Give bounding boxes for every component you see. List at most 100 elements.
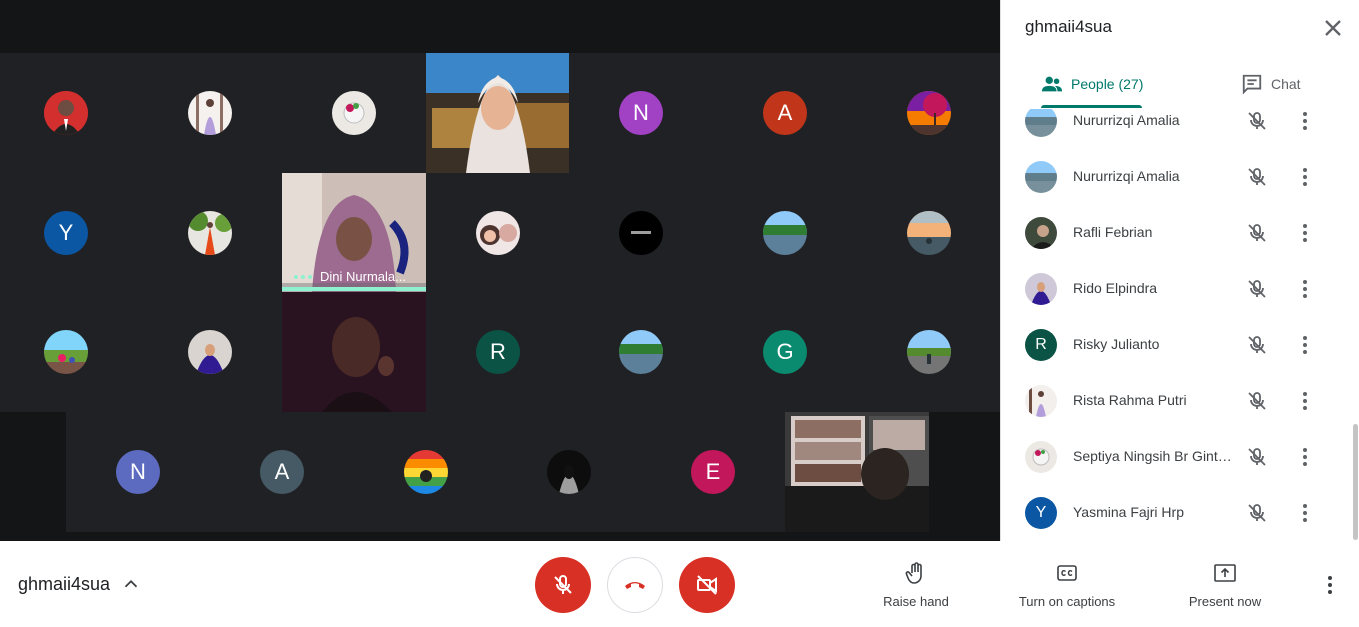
participant-tile[interactable] (282, 53, 426, 173)
participant-avatar (188, 211, 232, 255)
tab-chat[interactable]: Chat (1241, 60, 1301, 108)
participant-name: Yasmina Fajri Hrp (1073, 504, 1184, 520)
active-speaker-bar (282, 287, 426, 291)
leave-call-button[interactable] (607, 557, 663, 613)
participant-row[interactable]: Rafli Febrian (1001, 205, 1359, 261)
participant-tile[interactable] (857, 173, 1000, 293)
participant-avatar (907, 211, 951, 255)
people-icon (1041, 76, 1063, 92)
participant-video-active-speaker[interactable]: Dini Nurmala... (282, 173, 426, 292)
participant-avatar (44, 330, 88, 374)
participant-row[interactable]: Nururrizqi Amalia (1001, 149, 1359, 205)
videocam-off-icon (697, 575, 717, 595)
microphone-toggle-button[interactable] (535, 557, 591, 613)
participant-tile[interactable] (857, 292, 1000, 412)
closed-captions-icon (1057, 565, 1077, 581)
participant-avatar: Y (44, 211, 88, 255)
mic-off-icon (1248, 336, 1266, 354)
participant-row[interactable]: Rido Elpindra (1001, 261, 1359, 317)
top-bar (0, 0, 1000, 53)
participant-avatar (1025, 441, 1057, 473)
captions-button[interactable]: Turn on captions (1008, 561, 1126, 609)
participant-tile[interactable] (713, 173, 857, 293)
participant-avatar: N (116, 450, 160, 494)
more-vert-icon[interactable] (1293, 445, 1317, 469)
participant-avatar (1025, 161, 1057, 193)
participant-tile[interactable] (569, 173, 713, 293)
participant-tile[interactable]: N (569, 53, 713, 173)
participant-avatar: R (476, 330, 520, 374)
tab-people[interactable]: People (27) (1041, 60, 1143, 108)
participant-row[interactable]: Nururrizqi Amalia (1001, 109, 1359, 149)
more-options-icon[interactable] (1318, 573, 1342, 597)
participant-row[interactable]: R Risky Julianto (1001, 317, 1359, 373)
raise-hand-label: Raise hand (883, 594, 949, 609)
chevron-up-icon[interactable] (120, 573, 142, 595)
more-vert-icon[interactable] (1293, 221, 1317, 245)
participant-tile[interactable] (138, 173, 282, 293)
participant-row[interactable]: Rista Rahma Putri (1001, 373, 1359, 429)
tab-chat-label: Chat (1271, 76, 1301, 92)
participant-avatar (619, 330, 663, 374)
participant-tile[interactable] (426, 173, 570, 293)
more-vert-icon[interactable] (1293, 277, 1317, 301)
participant-tile[interactable] (0, 292, 138, 412)
camera-toggle-button[interactable] (679, 557, 735, 613)
participant-tile[interactable] (138, 292, 282, 412)
participant-avatar: Y (1025, 497, 1057, 529)
video-name-label: Dini Nurmala... (294, 269, 406, 284)
participant-avatar (332, 91, 376, 135)
present-now-button[interactable]: Present now (1180, 561, 1270, 609)
participant-name: Nururrizqi Amalia (1073, 168, 1180, 184)
participant-avatar: A (260, 450, 304, 494)
more-vert-icon[interactable] (1293, 333, 1317, 357)
meeting-code: ghmaii4sua (18, 574, 111, 594)
participant-name: Risky Julianto (1073, 336, 1160, 352)
participant-tile[interactable]: E (641, 412, 785, 532)
more-vert-icon[interactable] (1293, 389, 1317, 413)
chat-icon (1242, 74, 1262, 95)
participant-tile[interactable]: A (713, 53, 857, 173)
mic-off-icon (1248, 168, 1266, 186)
participant-avatar (188, 91, 232, 135)
speaking-indicator-icon (294, 274, 312, 279)
hand-icon (905, 562, 922, 584)
scrollbar[interactable] (1353, 424, 1358, 540)
participant-tile[interactable]: N (66, 412, 210, 532)
participant-tile[interactable] (497, 412, 641, 532)
more-vert-icon[interactable] (1293, 501, 1317, 525)
participant-row[interactable]: Y Yasmina Fajri Hrp (1001, 485, 1359, 541)
close-icon[interactable] (1319, 14, 1347, 42)
participant-name: Septiya Ningsih Br Ginting (1073, 448, 1233, 464)
present-now-label: Present now (1188, 594, 1262, 609)
participant-tile[interactable] (569, 292, 713, 412)
participant-avatar (1025, 385, 1057, 417)
participant-tile[interactable]: G (713, 292, 857, 412)
participant-avatar (907, 91, 951, 135)
participant-name: Nururrizqi Amalia (1073, 112, 1180, 128)
participant-tile[interactable]: R (426, 292, 570, 412)
participant-avatar (1025, 217, 1057, 249)
more-vert-icon[interactable] (1293, 109, 1317, 133)
participant-tile[interactable] (857, 53, 1000, 173)
participant-name: Rido Elpindra (1073, 280, 1158, 296)
participant-avatar (547, 450, 591, 494)
raise-hand-button[interactable]: Raise hand (876, 561, 956, 609)
present-to-all-icon (1214, 564, 1236, 582)
participant-video[interactable] (282, 292, 426, 412)
panel-title: ghmaii4sua (1025, 17, 1112, 36)
participant-video[interactable] (426, 53, 569, 173)
tab-people-label: People (27) (1071, 76, 1144, 92)
participant-tile[interactable] (0, 53, 138, 173)
participant-tile[interactable]: Y (0, 173, 138, 293)
participant-name: Dini Nurmala... (320, 269, 406, 284)
mic-off-icon (554, 574, 572, 594)
participant-tile[interactable] (138, 53, 282, 173)
participant-avatar (476, 211, 520, 255)
participant-tile[interactable] (354, 412, 498, 532)
participant-row[interactable]: Septiya Ningsih Br Ginting (1001, 429, 1359, 485)
self-video[interactable] (785, 412, 929, 532)
call-end-icon (625, 582, 645, 589)
more-vert-icon[interactable] (1293, 165, 1317, 189)
participant-tile[interactable]: A (210, 412, 354, 532)
